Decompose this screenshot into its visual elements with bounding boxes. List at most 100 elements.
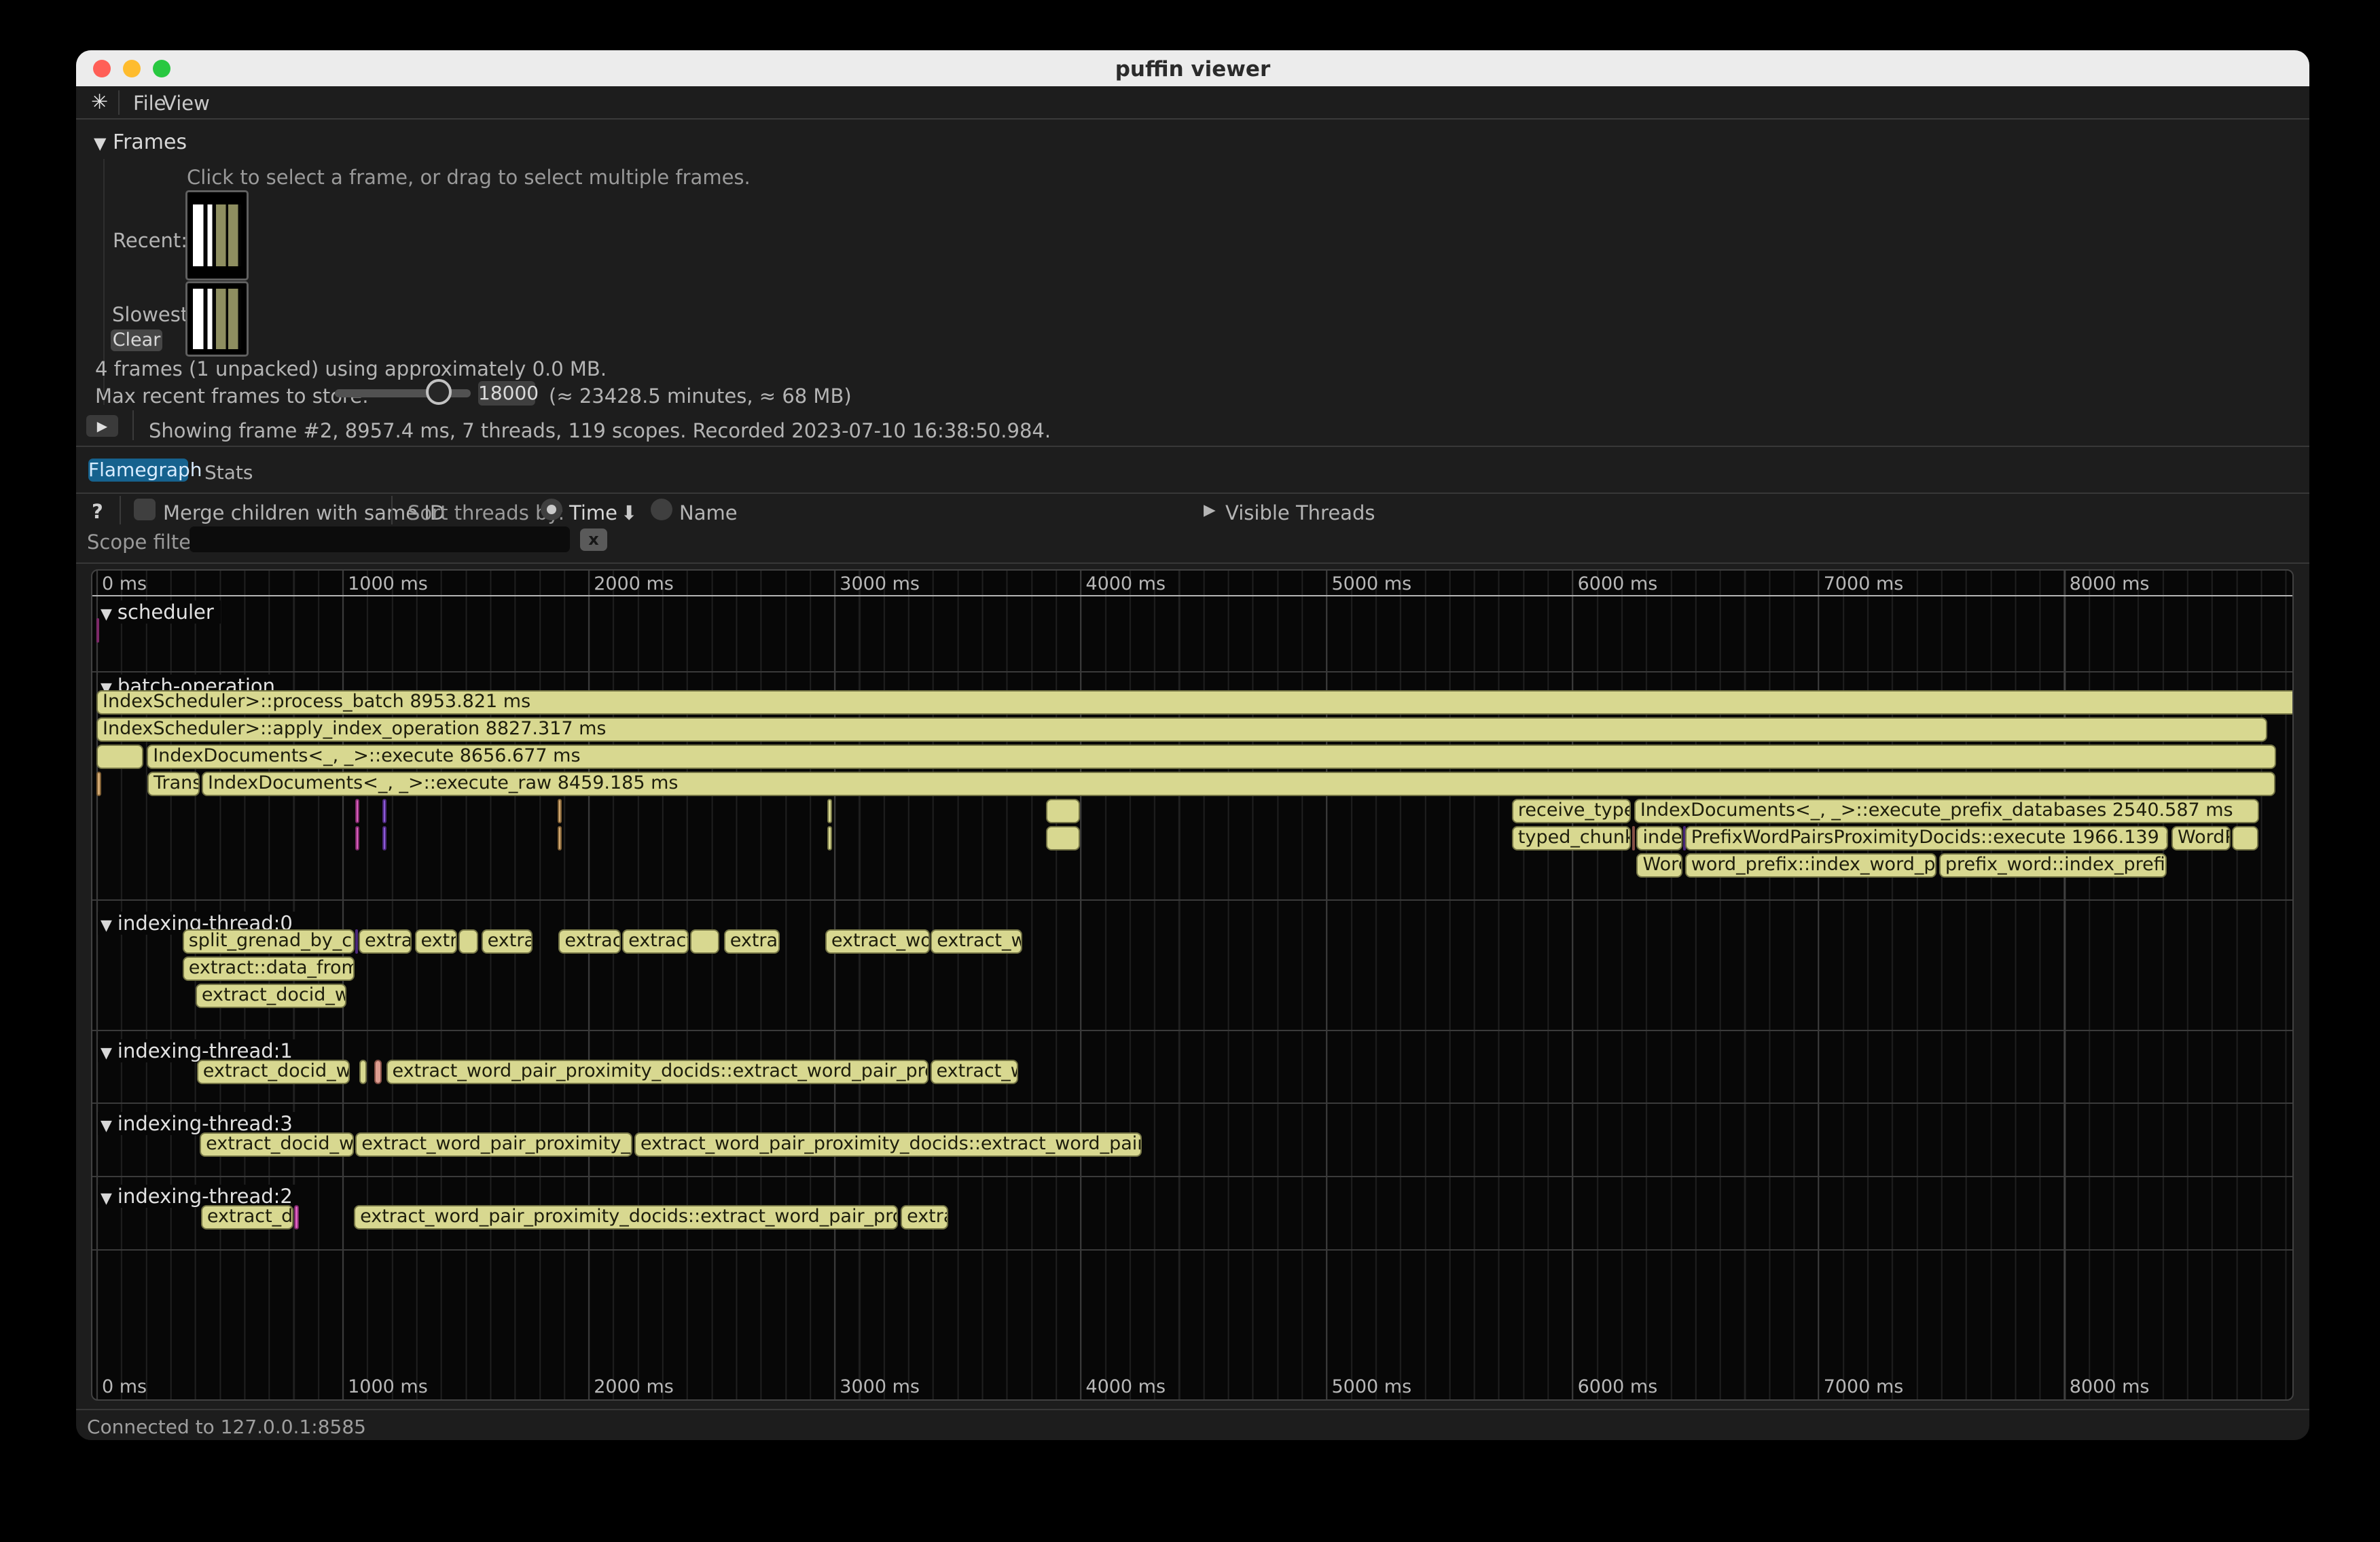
thread-header-indexing-thread:3[interactable]: ▼indexing-thread:3 xyxy=(98,1112,300,1135)
flame-bar[interactable] xyxy=(96,618,99,643)
max-frames-value[interactable]: 18000 xyxy=(478,381,535,406)
flame-bar[interactable]: IndexScheduler>::apply_index_operation 8… xyxy=(96,717,2267,742)
flame-bar[interactable] xyxy=(1046,799,1080,823)
thread-header-scheduler[interactable]: ▼scheduler xyxy=(98,600,221,624)
flame-bar[interactable] xyxy=(96,772,101,796)
flame-bar[interactable]: extract_word xyxy=(825,929,930,954)
flame-bar[interactable]: Word xyxy=(1636,853,1682,878)
flame-bar[interactable] xyxy=(458,929,478,954)
flame-bar[interactable]: split_grenad_by_chun xyxy=(183,929,355,954)
flame-bar[interactable]: Trans xyxy=(147,772,200,796)
axis-tick-label: 3000 ms xyxy=(840,1376,920,1397)
flame-bar[interactable] xyxy=(558,799,562,823)
visible-threads-collapse-icon[interactable]: ▶ xyxy=(1204,501,1216,519)
flame-bar[interactable] xyxy=(1632,826,1635,850)
flame-bar[interactable]: typed_chunk::w xyxy=(1512,826,1631,850)
merge-children-checkbox[interactable] xyxy=(134,499,156,520)
flame-bar[interactable] xyxy=(382,826,386,850)
sort-name-label[interactable]: Name xyxy=(679,501,738,524)
flame-bar[interactable] xyxy=(96,745,143,769)
flame-bar[interactable]: extract::data_from_ob xyxy=(183,956,355,981)
play-button[interactable]: ▶ xyxy=(86,415,118,437)
axis-separator-line xyxy=(92,595,2292,596)
visible-threads-label[interactable]: Visible Threads xyxy=(1225,501,1375,524)
flame-bar[interactable] xyxy=(355,929,358,954)
sort-time-radio[interactable] xyxy=(541,499,562,520)
flame-bar[interactable]: extract_word_pair_proximity_docids xyxy=(355,1132,632,1157)
flame-bar[interactable]: extract_doc xyxy=(201,1205,293,1230)
collapse-triangle-icon: ▼ xyxy=(94,134,106,153)
flame-bar[interactable] xyxy=(294,1205,299,1230)
flame-bar[interactable]: extract_word_pair_proximity_docids::extr… xyxy=(634,1132,1142,1157)
flame-bar[interactable] xyxy=(359,1060,367,1084)
flame-bar[interactable]: extrac xyxy=(482,929,533,954)
flame-bar[interactable]: IndexDocuments<_, _>::execute 8656.677 m… xyxy=(147,745,2275,769)
max-frames-estimate: (≈ 23428.5 minutes, ≈ 68 MB) xyxy=(549,384,852,408)
flame-bar[interactable]: extract_ xyxy=(622,929,689,954)
scope-filter-clear-button[interactable]: x xyxy=(580,528,607,551)
flame-bar[interactable]: word_prefix::index_word_prefix_ xyxy=(1685,853,1936,878)
flame-bar[interactable]: IndexDocuments<_, _>::execute_prefix_dat… xyxy=(1634,799,2259,823)
recent-frames-thumbnail[interactable] xyxy=(185,190,249,281)
flame-bar[interactable] xyxy=(827,799,832,823)
axis-tick-label: 3000 ms xyxy=(840,573,920,594)
flame-bar[interactable]: extract_ xyxy=(558,929,621,954)
axis-tick-label: 7000 ms xyxy=(1824,1376,1904,1397)
flame-bar[interactable]: WordPr xyxy=(2171,826,2231,850)
slowest-frames-thumbnail[interactable] xyxy=(185,281,249,357)
help-button[interactable]: ? xyxy=(92,500,103,523)
axis-tick-label: 8000 ms xyxy=(2070,573,2150,594)
thread-divider xyxy=(92,1176,2292,1177)
menu-file[interactable]: File xyxy=(133,92,166,115)
flame-bar[interactable]: index xyxy=(1636,826,1682,850)
scope-filter-input[interactable] xyxy=(190,526,570,552)
flame-bar[interactable] xyxy=(2232,826,2258,850)
flame-bar[interactable]: extract_word_pair_proximity_docids::extr… xyxy=(354,1205,898,1230)
merge-children-label[interactable]: Merge children with same ID xyxy=(163,501,445,524)
tab-flamegraph[interactable]: Flamegraph xyxy=(88,459,188,482)
flame-bar[interactable]: extract xyxy=(359,929,412,954)
flame-bar[interactable]: extract_word_pair_proximity_docids::extr… xyxy=(386,1060,929,1084)
flame-bar[interactable]: IndexDocuments<_, _>::execute_raw 8459.1… xyxy=(202,772,2275,796)
flame-bar[interactable]: IndexScheduler>::process_batch 8953.821 … xyxy=(96,690,2294,715)
axis-tick-label: 0 ms xyxy=(102,573,147,594)
thread-divider xyxy=(92,1102,2292,1104)
flame-bar[interactable]: extract_docid_wor xyxy=(196,984,346,1008)
flame-bar[interactable]: extract xyxy=(724,929,780,954)
collapse-triangle-icon: ▼ xyxy=(101,1190,112,1207)
axis-tick-label: 0 ms xyxy=(102,1376,147,1397)
flame-bar[interactable]: extra xyxy=(415,929,457,954)
flame-bar[interactable]: PrefixWordPairsProximityDocids::execute … xyxy=(1685,826,2169,850)
clear-button[interactable]: Clear xyxy=(111,329,162,351)
flame-bar[interactable]: receive_typed_ xyxy=(1512,799,1631,823)
thread-header-indexing-thread:2[interactable]: ▼indexing-thread:2 xyxy=(98,1185,300,1208)
flame-bar[interactable]: extract_wo xyxy=(931,1060,1019,1084)
flame-bar[interactable]: extract_docid_word xyxy=(200,1132,354,1157)
frames-section-header[interactable]: ▼ Frames xyxy=(94,130,187,154)
showing-frame-line: Showing frame #2, 8957.4 ms, 7 threads, … xyxy=(149,419,1051,442)
flame-bar[interactable] xyxy=(558,826,562,850)
flame-bar[interactable] xyxy=(690,929,719,954)
slider-knob[interactable] xyxy=(426,379,452,405)
tab-stats[interactable]: Stats xyxy=(204,461,253,484)
theme-toggle-icon[interactable]: ✳ xyxy=(91,90,108,114)
flame-bar[interactable] xyxy=(382,799,386,823)
axis-tick-label: 1000 ms xyxy=(348,1376,428,1397)
flame-bar[interactable]: extract_docid_wor xyxy=(197,1060,350,1084)
flame-bar[interactable]: extrac xyxy=(901,1205,948,1230)
flamegraph-canvas[interactable]: 0 ms0 ms1000 ms1000 ms2000 ms2000 ms3000… xyxy=(91,569,2294,1401)
sort-name-radio[interactable] xyxy=(651,499,672,520)
flame-bar[interactable] xyxy=(1046,826,1080,850)
flame-bar[interactable] xyxy=(355,799,359,823)
flame-bar[interactable] xyxy=(374,1060,382,1084)
menu-view[interactable]: View xyxy=(163,92,210,115)
flame-bar[interactable]: extract_wo xyxy=(931,929,1022,954)
titlebar[interactable]: puffin viewer xyxy=(76,50,2309,86)
thread-header-indexing-thread:1[interactable]: ▼indexing-thread:1 xyxy=(98,1039,300,1062)
flame-bar[interactable]: prefix_word::index_prefix_wo xyxy=(1939,853,2167,878)
flame-bar[interactable] xyxy=(355,826,359,850)
axis-tick-label: 6000 ms xyxy=(1578,1376,1658,1397)
flame-bar[interactable] xyxy=(827,826,832,850)
sort-time-label[interactable]: Time xyxy=(569,501,617,524)
sort-direction-arrow-icon[interactable]: ⬇ xyxy=(621,501,637,524)
